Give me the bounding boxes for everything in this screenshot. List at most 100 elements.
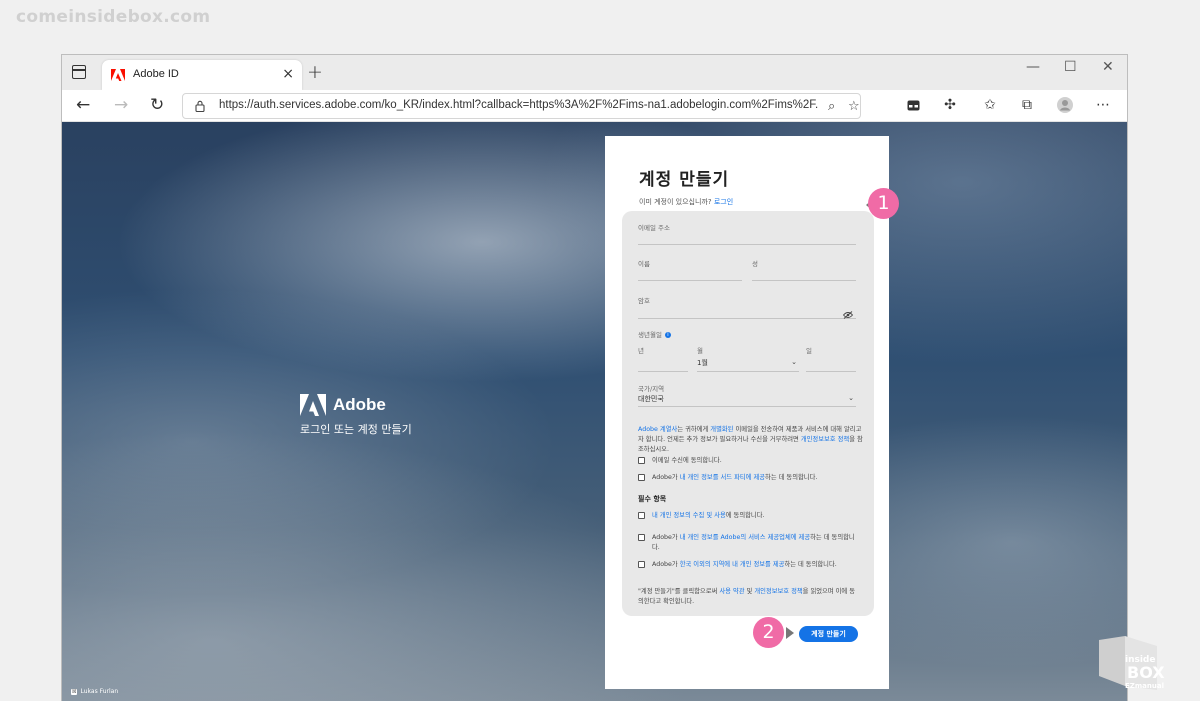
add-favorite-icon[interactable]: ☆ <box>848 99 860 114</box>
immersive-reader-icon[interactable] <box>905 97 921 113</box>
first-name-field[interactable]: 이름 <box>638 258 742 281</box>
tab-adobe-id[interactable]: Adobe ID × <box>102 60 302 90</box>
birth-day-field[interactable]: 일 <box>806 345 856 372</box>
logo-line2: BOX <box>1127 663 1165 682</box>
minimize-button[interactable]: — <box>1026 59 1040 75</box>
third-party-link[interactable]: 내 개인 정보를 서드 파티에 제공 <box>680 474 765 481</box>
last-name-label: 성 <box>752 260 758 268</box>
birthdate-heading: 생년월일 i <box>638 329 671 339</box>
email-field[interactable]: 이메일 주소 <box>638 222 856 245</box>
last-name-field[interactable]: 성 <box>752 258 856 281</box>
required-consent-2-row[interactable]: Adobe가 내 개인 정보를 Adobe의 서비스 제공업체에 제공하는 데 … <box>638 533 863 555</box>
required-section-title: 필수 항목 <box>638 495 667 503</box>
legal-text-part: "계정 만들기"를 클릭함으로써 <box>638 588 720 595</box>
country-label: 국가/지역 <box>638 385 665 393</box>
maximize-button[interactable]: ☐ <box>1064 59 1077 75</box>
month-label: 월 <box>697 347 703 355</box>
privacy-policy-link[interactable]: 개인정보보호 정책 <box>754 588 802 595</box>
more-menu-icon[interactable]: ⋯ <box>1095 97 1111 113</box>
chevron-down-icon: ⌄ <box>848 394 854 402</box>
close-window-button[interactable]: ✕ <box>1102 59 1114 75</box>
url-text[interactable]: https://auth.services.adobe.com/ko_KR/in… <box>219 99 819 111</box>
service-provider-link[interactable]: 내 개인 정보를 Adobe의 서비스 제공업체에 제공 <box>680 534 810 541</box>
consent-text: 하는 데 동의합니다. <box>765 474 818 481</box>
adobe-favicon-icon <box>111 69 125 81</box>
favorites-icon[interactable]: ✩ <box>982 97 998 113</box>
step-marker-2: 2 <box>753 617 784 648</box>
tab-actions-icon[interactable] <box>72 65 86 79</box>
required-consent-1-label: 내 개인 정보의 수집 및 사용에 동의합니다. <box>652 511 857 521</box>
adobe-affiliates-link[interactable]: Adobe 계열사 <box>638 426 677 433</box>
day-label: 일 <box>806 347 812 355</box>
consent-text: Adobe가 <box>652 561 680 568</box>
forward-icon: → <box>114 95 129 115</box>
birth-month-select[interactable]: 월 1월 ⌄ <box>697 345 799 372</box>
birth-year-field[interactable]: 년 <box>638 345 688 372</box>
password-label: 암호 <box>638 297 650 305</box>
site-watermark: comeinsidebox.com <box>16 7 211 27</box>
email-consent-label: 이메일 수신에 동의합니다. <box>652 457 722 464</box>
required-consent-2-label: Adobe가 내 개인 정보를 Adobe의 서비스 제공업체에 제공하는 데 … <box>652 533 857 553</box>
already-text: 이미 계정이 있으십니까? <box>639 198 712 206</box>
photo-credit: ☒ Lukas Furlan <box>71 688 118 695</box>
marketing-notice: Adobe 계열사는 귀하에게 개별화된 이메일을 전송하여 제품과 서비스에 … <box>638 425 863 455</box>
info-icon[interactable]: i <box>664 332 671 338</box>
create-account-button[interactable]: 계정 만들기 <box>799 626 858 642</box>
extensions-icon[interactable]: ✣ <box>942 97 958 113</box>
collection-use-link[interactable]: 내 개인 정보의 수집 및 사용 <box>652 512 726 519</box>
required-consent-2-checkbox[interactable] <box>638 534 645 541</box>
third-party-consent-row[interactable]: Adobe가 내 개인 정보를 서드 파티에 제공하는 데 동의합니다. <box>638 473 863 485</box>
consent-text: 에 동의합니다. <box>725 512 765 519</box>
first-name-label: 이름 <box>638 260 650 268</box>
zoom-icon[interactable]: ⌕ <box>828 99 835 114</box>
email-consent-checkbox[interactable] <box>638 457 645 464</box>
signup-card: 계정 만들기 이미 계정이 있으십니까? 로그인 이메일 주소 이름 성 암호 <box>605 136 889 689</box>
refresh-icon[interactable]: ↻ <box>150 95 164 115</box>
marker-2-pointer <box>786 627 794 639</box>
privacy-policy-link[interactable]: 개인정보보호 정책 <box>801 436 849 443</box>
insidebox-logo: inside BOX EZmanual <box>1099 636 1165 690</box>
title-bar: Adobe ID × + — ☐ ✕ <box>62 55 1127 90</box>
month-value: 1월 <box>697 359 708 367</box>
country-select[interactable]: 국가/지역 대한민국 ⌄ <box>638 383 856 407</box>
overseas-transfer-link[interactable]: 한국 이외의 지역에 내 개인 정보를 제공 <box>680 561 785 568</box>
tab-title: Adobe ID <box>133 68 179 80</box>
consent-text: 하는 데 동의합니다. <box>784 561 837 568</box>
notice-text: 는 귀하에게 <box>677 426 711 433</box>
browser-toolbar: ← → ↻ https://auth.services.adobe.com/ko… <box>62 90 1127 122</box>
personalized-link[interactable]: 개별화된 <box>710 426 733 433</box>
page-title: 계정 만들기 <box>639 170 730 190</box>
hide-password-icon[interactable] <box>843 311 853 319</box>
credit-badge-icon: ☒ <box>71 689 78 695</box>
legal-text-part: 및 <box>744 588 755 595</box>
login-link[interactable]: 로그인 <box>714 198 733 206</box>
page-viewport: Adobe 로그인 또는 계정 만들기 ☒ Lukas Furlan 계정 만들기… <box>62 122 1127 701</box>
required-consent-1-row[interactable]: 내 개인 정보의 수집 및 사용에 동의합니다. <box>638 511 863 523</box>
step-marker-1: 1 <box>868 188 899 219</box>
already-account: 이미 계정이 있으십니까? 로그인 <box>639 197 733 207</box>
brand-subtitle: 로그인 또는 계정 만들기 <box>300 423 412 436</box>
profile-avatar-icon[interactable] <box>1057 97 1073 113</box>
year-label: 년 <box>638 347 644 355</box>
collections-icon[interactable]: ⧉ <box>1019 97 1035 113</box>
third-party-consent-checkbox[interactable] <box>638 474 645 481</box>
address-bar[interactable]: https://auth.services.adobe.com/ko_KR/in… <box>182 93 861 119</box>
birthdate-label: 생년월일 <box>638 331 662 339</box>
adobe-logo-icon <box>300 394 326 416</box>
required-consent-3-row[interactable]: Adobe가 한국 이외의 지역에 내 개인 정보를 제공하는 데 동의합니다. <box>638 560 863 582</box>
browser-window: Adobe ID × + — ☐ ✕ ← → ↻ https://auth.se… <box>61 54 1128 701</box>
back-icon[interactable]: ← <box>76 95 90 115</box>
required-consent-3-label: Adobe가 한국 이외의 지역에 내 개인 정보를 제공하는 데 동의합니다. <box>652 560 857 570</box>
email-consent-row[interactable]: 이메일 수신에 동의합니다. <box>638 456 863 468</box>
legal-text: "계정 만들기"를 클릭함으로써 사용 약관 및 개인정보보호 정책을 읽었으며… <box>638 587 858 607</box>
consent-text: Adobe가 <box>652 474 680 481</box>
password-field[interactable]: 암호 <box>638 295 856 319</box>
logo-line3: EZmanual <box>1125 682 1164 690</box>
new-tab-button[interactable]: + <box>307 61 323 83</box>
third-party-consent-label: Adobe가 내 개인 정보를 서드 파티에 제공하는 데 동의합니다. <box>652 473 857 483</box>
terms-of-use-link[interactable]: 사용 약관 <box>719 588 744 595</box>
tab-close-icon[interactable]: × <box>282 66 294 82</box>
country-value: 대한민국 <box>638 395 664 403</box>
required-consent-3-checkbox[interactable] <box>638 561 645 568</box>
required-consent-1-checkbox[interactable] <box>638 512 645 519</box>
